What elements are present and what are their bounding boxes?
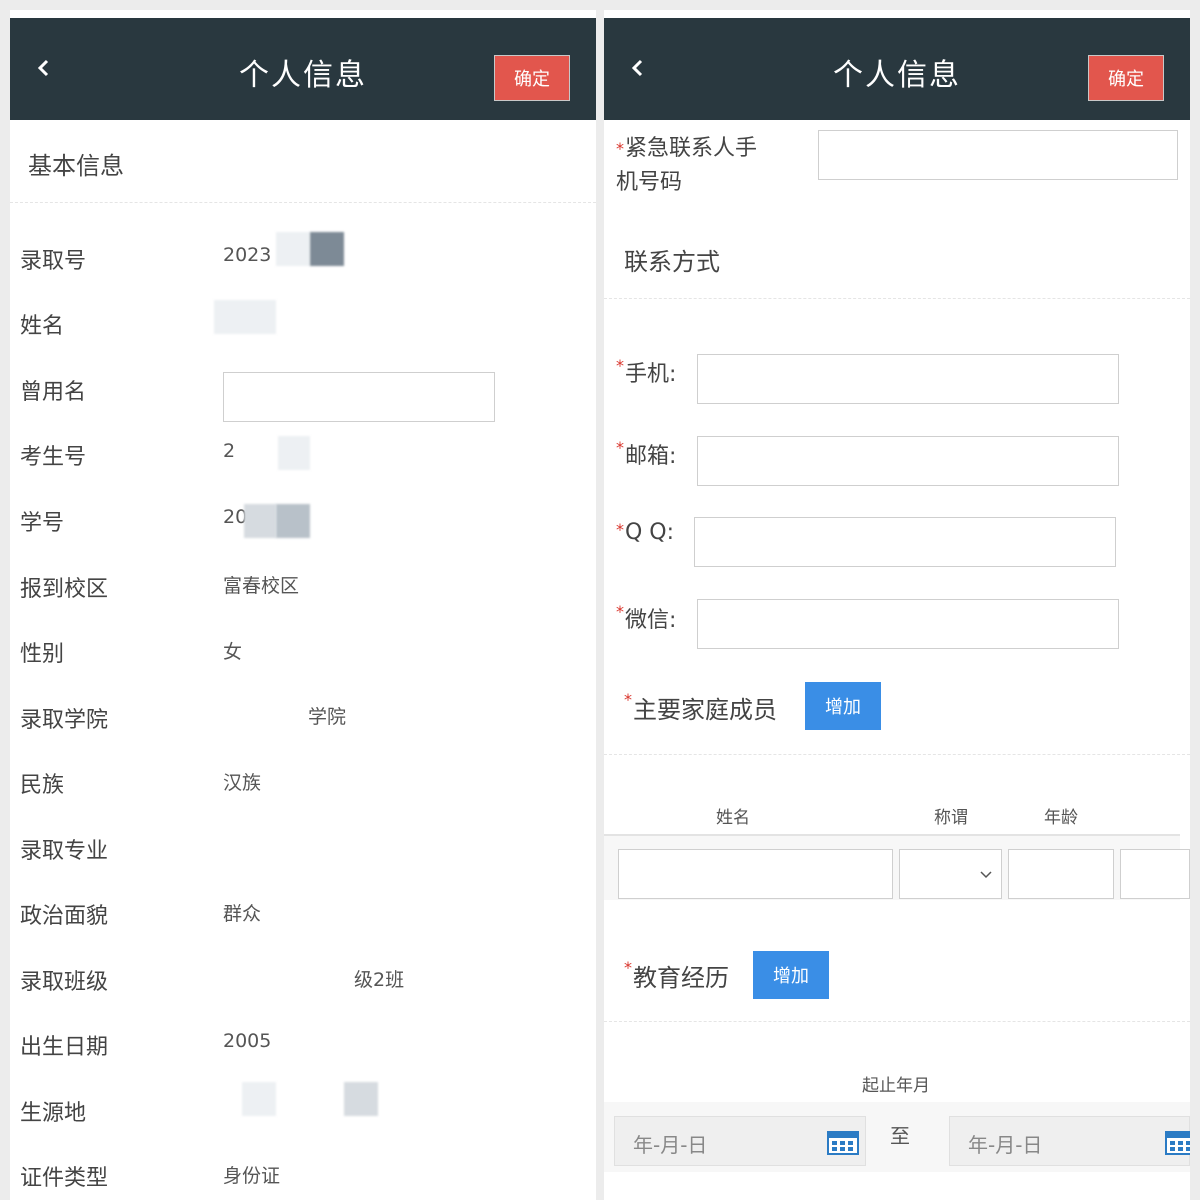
chevron-left-icon[interactable] [628,58,648,78]
value-birth-date: 2005 [223,1030,272,1052]
label-major: 录取专业 [20,839,109,864]
label-political-status: 政治面貌 [20,904,109,929]
redaction [214,300,276,334]
section-title-contact: 联系方式 [624,248,720,276]
label-student-no: 学号 [20,511,65,536]
family-extra-input[interactable] [1120,849,1190,899]
value-campus: 富春校区 [223,575,300,597]
phone-label: *手机: [616,356,676,388]
required-mark: * [624,958,632,977]
label-gender: 性别 [20,642,65,667]
qq-label-text: Q Q: [625,520,675,545]
phone-label-text: 手机: [625,362,677,387]
wechat-label: *微信: [616,602,676,634]
calendar-icon[interactable] [827,1131,859,1155]
family-members-label: *主要家庭成员 [624,690,777,725]
emergency-phone-label-line2: 机号码 [616,170,683,195]
value-exam-no: 2 [223,440,236,462]
column-header-name: 姓名 [716,808,750,828]
age-input[interactable] [1008,849,1114,899]
divider [10,202,596,203]
value-political-status: 群众 [223,903,262,925]
label-campus: 报到校区 [20,577,109,602]
redaction [242,1082,276,1116]
contact-info-panel: 个人信息 确定 *紧急联系人手 机号码 联系方式 *手机: *邮箱: *Q Q:… [604,10,1190,1200]
qq-label: *Q Q: [616,520,674,545]
email-input[interactable] [697,436,1119,486]
column-header-age: 年龄 [1044,808,1078,828]
redaction [278,436,310,470]
email-label: *邮箱: [616,438,676,470]
start-date-placeholder: 年-月-日 [633,1133,708,1157]
divider [604,1021,1190,1022]
basic-info-panel: 个人信息 确定 基本信息 录取号 2023 姓名 曾用名 考生号 2 学号 20… [10,10,596,1200]
emergency-phone-input[interactable] [818,130,1178,180]
confirm-button[interactable]: 确定 [1088,55,1164,101]
label-exam-no: 考生号 [20,445,87,470]
label-birth-date: 出生日期 [20,1035,109,1060]
confirm-button[interactable]: 确定 [494,55,570,101]
redaction [310,232,344,266]
required-mark: * [616,356,624,375]
value-college: 学院 [308,706,347,728]
redaction [344,1082,378,1116]
end-date-placeholder: 年-月-日 [968,1133,1043,1157]
chevron-left-icon[interactable] [34,58,54,78]
required-mark: * [616,139,624,158]
required-mark: * [624,690,632,709]
qq-input[interactable] [694,517,1116,567]
value-id-type: 身份证 [223,1165,281,1187]
column-header-relation: 称谓 [934,808,968,828]
education-label-text: 教育经历 [633,964,729,992]
add-education-button[interactable]: 增加 [753,951,829,999]
value-admission-no: 2023 [223,244,272,266]
value-class: 级2班 [354,969,405,991]
wechat-input[interactable] [697,599,1119,649]
required-mark: * [616,520,624,539]
label-class: 录取班级 [20,970,109,995]
calendar-icon[interactable] [1165,1131,1190,1155]
start-date-input[interactable]: 年-月-日 [614,1116,866,1166]
label-name: 姓名 [20,314,65,339]
label-ethnicity: 民族 [20,773,65,798]
label-former-name: 曾用名 [20,380,87,405]
value-ethnicity: 汉族 [223,772,262,794]
former-name-input[interactable] [223,372,495,422]
end-date-input[interactable]: 年-月-日 [949,1116,1190,1166]
label-college: 录取学院 [20,708,109,733]
section-title-basic-info: 基本信息 [28,152,124,180]
required-mark: * [616,602,624,621]
email-label-text: 邮箱: [625,444,677,469]
redaction [244,504,276,538]
relation-select[interactable] [899,849,1002,899]
family-members-label-text: 主要家庭成员 [633,696,777,724]
required-mark: * [616,438,624,457]
wechat-label-text: 微信: [625,608,677,633]
emergency-phone-label: *紧急联系人手 机号码 [616,132,757,200]
education-label: *教育经历 [624,958,729,993]
date-separator: 至 [890,1124,910,1148]
redaction [276,232,310,266]
value-gender: 女 [223,641,243,663]
header-bar: 个人信息 确定 [10,18,596,120]
add-family-member-button[interactable]: 增加 [805,682,881,730]
redaction [276,504,310,538]
family-name-input[interactable] [618,849,893,899]
phone-input[interactable] [697,354,1119,404]
emergency-phone-label-line1: 紧急联系人手 [625,136,758,161]
chevron-down-icon [980,871,992,879]
date-range-label: 起止年月 [862,1076,930,1096]
divider [604,298,1190,299]
header-bar: 个人信息 确定 [604,18,1190,120]
label-origin: 生源地 [20,1101,87,1126]
divider [604,754,1190,755]
label-admission-no: 录取号 [20,249,87,274]
label-id-type: 证件类型 [20,1166,109,1191]
